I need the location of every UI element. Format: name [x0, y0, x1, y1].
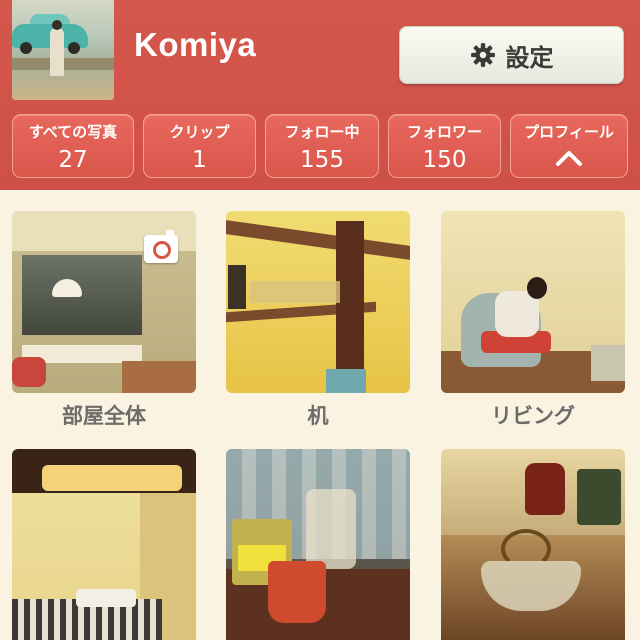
photo-kettle	[525, 463, 565, 515]
chevron-up-icon	[556, 151, 582, 166]
album-caption[interactable]: 部屋全体	[12, 400, 196, 430]
photo-window	[22, 255, 142, 335]
avatar-person	[50, 28, 64, 76]
photo-pillow	[76, 589, 136, 607]
album-thumbnail-living[interactable]	[441, 211, 625, 393]
stat-label: フォロワー	[406, 123, 482, 141]
profile-header: Komiya 設定 すべての写真 27 クリップ 1 フォロー中 155 フォロ…	[0, 0, 640, 190]
album-thumbnail-bedroom[interactable]	[12, 449, 196, 640]
album-caption[interactable]: リビング	[441, 400, 625, 430]
album-thumbnail-kitchen-counter[interactable]	[441, 449, 625, 640]
photo-shelf-items	[250, 281, 340, 303]
avatar-wheel	[68, 42, 80, 54]
stat-value: 150	[422, 147, 467, 173]
profile-tab[interactable]: プロフィール	[510, 114, 628, 178]
settings-label: 設定	[505, 43, 554, 72]
photo-floor	[122, 361, 196, 393]
photo-ceiling-light	[42, 465, 182, 491]
album-caption[interactable]: 机	[226, 400, 410, 430]
stat-value: 27	[58, 147, 88, 173]
avatar-wheel	[20, 42, 32, 54]
photo-books	[326, 369, 366, 393]
profile-tab-label: プロフィール	[524, 123, 614, 141]
photo-picture-frame	[228, 265, 246, 309]
photo-glass-jar	[306, 489, 356, 569]
photo-mug	[268, 561, 326, 623]
photo-chair	[12, 357, 46, 387]
stat-all-photos[interactable]: すべての写真 27	[12, 114, 134, 178]
album-thumbnail-desk[interactable]	[226, 211, 410, 393]
album-thumbnail-kitchen-tiles[interactable]	[226, 449, 410, 640]
stat-label: すべての写真	[28, 123, 118, 141]
photo-shelf	[226, 220, 410, 260]
photo-sofa	[591, 345, 625, 381]
stat-label: フォロー中	[284, 123, 360, 141]
stat-clips[interactable]: クリップ 1	[143, 114, 256, 178]
username: Komiya	[134, 26, 257, 63]
avatar[interactable]	[12, 0, 114, 100]
gear-icon	[470, 43, 495, 67]
camera-icon	[144, 230, 178, 263]
settings-button[interactable]: 設定	[399, 26, 624, 84]
photo-tin	[577, 469, 621, 525]
photo-shelf-post	[336, 221, 364, 393]
stat-following[interactable]: フォロー中 155	[265, 114, 379, 178]
stat-value: 155	[300, 147, 344, 173]
avatar-person-head	[52, 20, 62, 30]
stat-value: 1	[192, 147, 207, 173]
photo-person-head	[527, 277, 547, 299]
stat-label: クリップ	[169, 123, 230, 141]
stat-followers[interactable]: フォロワー 150	[388, 114, 501, 178]
